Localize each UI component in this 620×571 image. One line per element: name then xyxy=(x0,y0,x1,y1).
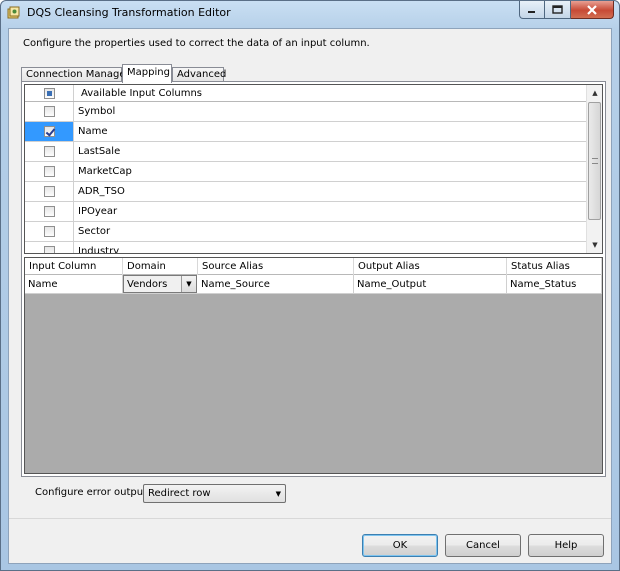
error-output-value: Redirect row xyxy=(148,488,211,499)
input-column-check-cell xyxy=(25,222,74,241)
maximize-button[interactable] xyxy=(545,1,571,19)
title-bar[interactable]: DQS Cleansing Transformation Editor xyxy=(1,1,619,25)
dialog-description: Configure the properties used to correct… xyxy=(23,38,370,49)
scroll-down-arrow-icon[interactable]: ▼ xyxy=(587,237,602,253)
help-button[interactable]: Help xyxy=(528,534,604,557)
mapping-grid: Input Column Domain Source Alias Output … xyxy=(24,257,603,474)
domain-combo[interactable]: Vendors ▼ xyxy=(123,275,197,293)
available-input-columns-grid: Available Input Columns Symbol Name Last… xyxy=(24,84,603,254)
header-output-alias[interactable]: Output Alias xyxy=(354,258,507,275)
input-column-checkbox[interactable] xyxy=(43,206,55,217)
header-status-alias[interactable]: Status Alias xyxy=(507,258,602,275)
scrollbar-thumb[interactable] xyxy=(588,102,601,220)
select-all-checkbox[interactable] xyxy=(43,87,55,99)
input-column-name: ADR_TSO xyxy=(78,186,125,197)
minimize-icon xyxy=(528,10,535,13)
header-input-column[interactable]: Input Column xyxy=(25,258,123,275)
input-column-check-cell xyxy=(25,122,74,141)
input-column-row[interactable]: Sector xyxy=(25,222,586,242)
cell-input-column[interactable]: Name xyxy=(25,275,123,294)
domain-combo-value: Vendors xyxy=(127,279,168,290)
maximize-icon xyxy=(552,5,563,14)
mapping-row: Name Vendors ▼ Name_Source Name_Output N… xyxy=(25,275,602,294)
input-column-name: Sector xyxy=(78,226,111,237)
input-column-row[interactable]: Industry xyxy=(25,242,586,254)
input-columns-header-label: Available Input Columns xyxy=(81,88,203,99)
input-column-name: IPOyear xyxy=(78,206,118,217)
select-all-cell xyxy=(25,85,74,101)
input-column-row[interactable]: Symbol xyxy=(25,102,586,122)
cell-output-alias[interactable]: Name_Output xyxy=(354,275,507,294)
dropdown-arrow-icon[interactable]: ▼ xyxy=(181,276,196,292)
window-title: DQS Cleansing Transformation Editor xyxy=(27,6,231,19)
cancel-button[interactable]: Cancel xyxy=(445,534,521,557)
cell-source-alias[interactable]: Name_Source xyxy=(198,275,354,294)
chevron-down-icon: ▼ xyxy=(275,490,281,498)
input-column-row[interactable]: ADR_TSO xyxy=(25,182,586,202)
input-column-check-cell xyxy=(25,102,74,121)
input-column-checkbox[interactable] xyxy=(43,126,55,137)
input-column-checkbox[interactable] xyxy=(43,226,55,237)
input-column-check-cell xyxy=(25,142,74,161)
scroll-up-arrow-icon[interactable]: ▲ xyxy=(587,85,602,101)
header-source-alias[interactable]: Source Alias xyxy=(198,258,354,275)
input-column-name: Industry xyxy=(78,246,120,254)
input-column-row[interactable]: Name xyxy=(25,122,586,142)
tab-mapping[interactable]: Mapping xyxy=(122,64,172,83)
input-column-name: Name xyxy=(78,126,108,137)
input-column-check-cell xyxy=(25,182,74,201)
input-columns-header: Available Input Columns xyxy=(25,85,586,102)
app-icon xyxy=(7,6,21,20)
close-icon xyxy=(587,4,597,15)
mapping-tab-panel: Available Input Columns Symbol Name Last… xyxy=(21,81,606,477)
error-output-select[interactable]: Redirect row ▼ xyxy=(143,484,286,503)
input-column-check-cell xyxy=(25,242,74,253)
dialog-window: DQS Cleansing Transformation Editor Conf… xyxy=(0,0,620,571)
input-column-check-cell xyxy=(25,162,74,181)
input-column-checkbox[interactable] xyxy=(43,246,55,253)
tab-advanced[interactable]: Advanced xyxy=(172,67,226,82)
footer-divider xyxy=(9,518,611,519)
input-column-name: MarketCap xyxy=(78,166,132,177)
input-column-name: LastSale xyxy=(78,146,121,157)
dialog-client-area: Configure the properties used to correct… xyxy=(8,28,612,564)
cell-status-alias[interactable]: Name_Status xyxy=(507,275,602,294)
input-column-name: Symbol xyxy=(78,106,116,117)
input-column-row[interactable]: LastSale xyxy=(25,142,586,162)
minimize-button[interactable] xyxy=(519,1,545,19)
mapping-grid-header: Input Column Domain Source Alias Output … xyxy=(25,258,602,275)
input-column-row[interactable]: IPOyear xyxy=(25,202,586,222)
input-columns-scrollbar[interactable]: ▲ ▼ xyxy=(586,85,602,253)
input-column-checkbox[interactable] xyxy=(43,186,55,197)
input-column-row[interactable]: MarketCap xyxy=(25,162,586,182)
error-output-label: Configure error output: xyxy=(35,487,151,498)
input-column-check-cell xyxy=(25,202,74,221)
header-domain[interactable]: Domain xyxy=(123,258,198,275)
close-button[interactable] xyxy=(571,1,614,19)
caption-buttons xyxy=(519,1,614,19)
grip-icon xyxy=(592,158,598,164)
input-column-checkbox[interactable] xyxy=(43,146,55,157)
input-column-checkbox[interactable] xyxy=(43,166,55,177)
ok-button[interactable]: OK xyxy=(362,534,438,557)
input-column-checkbox[interactable] xyxy=(43,106,55,117)
tab-connection-manager[interactable]: Connection Manager xyxy=(21,67,130,82)
